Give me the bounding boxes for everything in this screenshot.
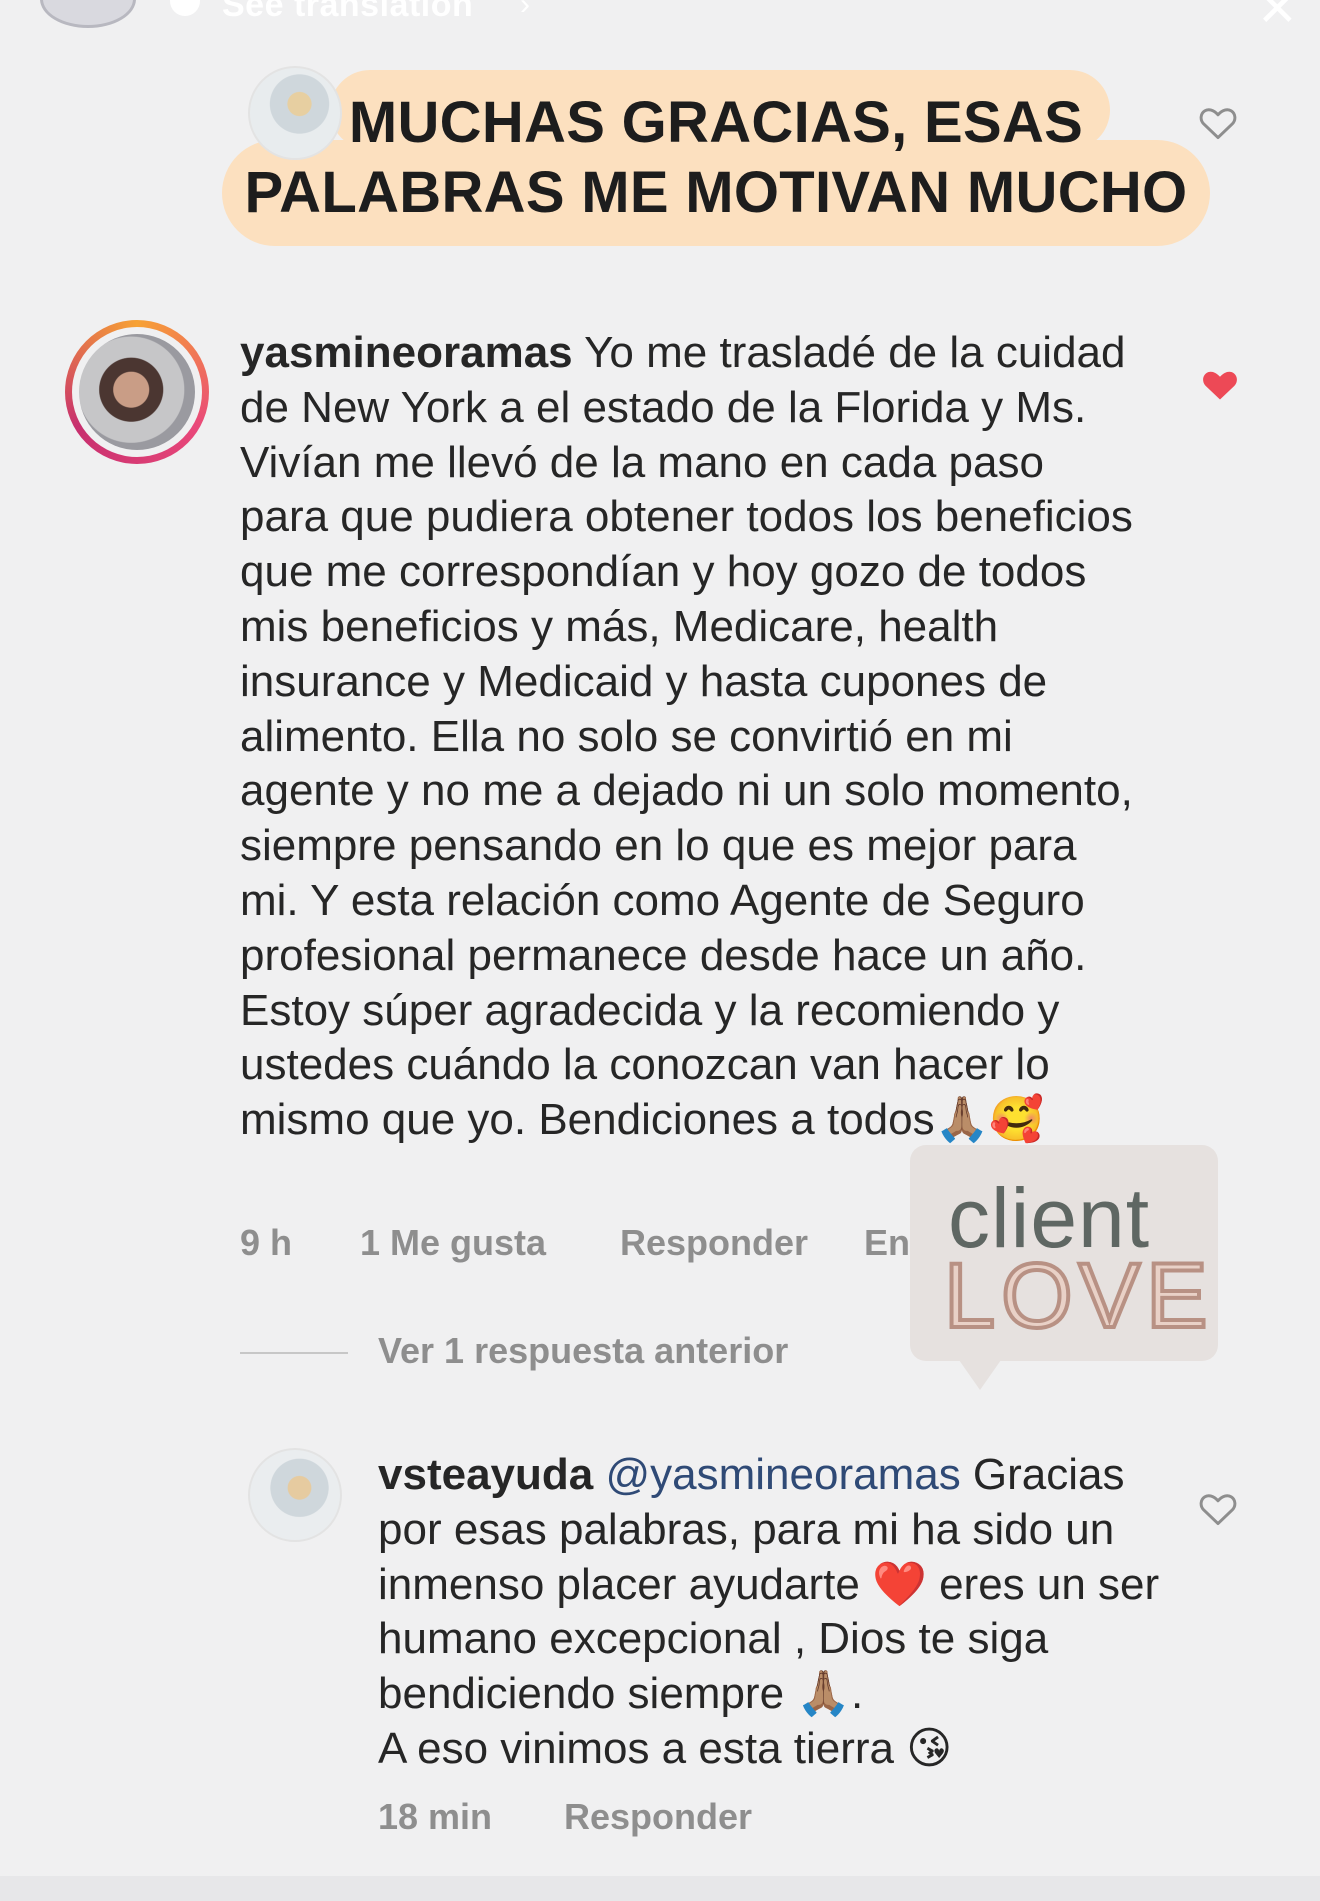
chevron-right-icon: ›	[520, 0, 530, 21]
instagram-comments-screenshot: See translation › × MUCHAS GRACIAS, ESAS…	[0, 0, 1320, 1901]
translate-button[interactable]: En	[864, 1222, 910, 1264]
comment-bubble-icon	[170, 0, 200, 16]
sticker-tail	[952, 1350, 1008, 1390]
quote-text: MUCHAS GRACIAS, ESAS PALABRAS ME MOTIVAN…	[244, 90, 1188, 225]
comment-username[interactable]: yasmineoramas	[240, 328, 573, 377]
comment-text: Yo me trasladé de la cuidad de New York …	[240, 328, 1133, 1145]
reply-button[interactable]: Responder	[620, 1222, 808, 1264]
avatar	[79, 334, 195, 450]
comment-body: yasmineoramas Yo me trasladé de la cuida…	[240, 326, 1140, 1148]
top-avatar[interactable]	[40, 0, 136, 28]
translation-strip: See translation › ×	[0, 0, 1320, 43]
replies-divider	[240, 1352, 348, 1354]
see-translation-link[interactable]: See translation	[222, 0, 473, 25]
reply-body: vsteayuda @yasmineoramas Gracias por esa…	[378, 1448, 1168, 1777]
comment-time: 9 h	[240, 1222, 293, 1263]
likes-count[interactable]: 1 Me gusta	[360, 1222, 546, 1264]
reply-avatar[interactable]	[248, 1448, 342, 1542]
heart-filled-icon[interactable]	[1200, 366, 1240, 402]
sticker-text-love: LOVE	[942, 1243, 1214, 1349]
view-replies-link[interactable]: Ver 1 respuesta anterior	[378, 1330, 788, 1372]
story-ring[interactable]	[65, 320, 209, 464]
reply-username[interactable]: vsteayuda	[378, 1450, 593, 1499]
reply-time: 18 min	[378, 1796, 493, 1837]
close-icon[interactable]: ×	[1259, 0, 1296, 44]
reply-reply-button[interactable]: Responder	[564, 1796, 752, 1838]
bottom-bar	[0, 1876, 1320, 1901]
heart-outline-icon[interactable]	[1198, 1490, 1238, 1526]
reply-mention[interactable]: @yasmineoramas	[605, 1450, 960, 1499]
